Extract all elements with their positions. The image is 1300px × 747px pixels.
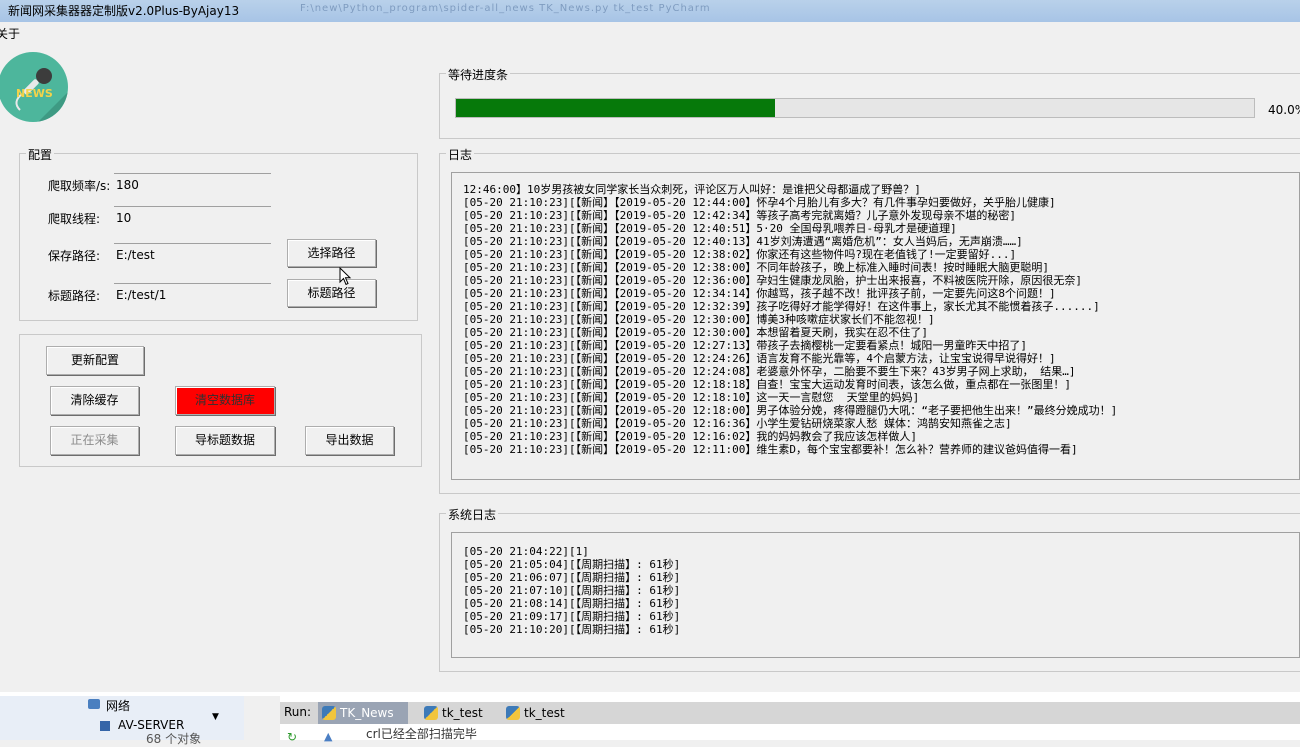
system-log-line: [05-20 21:06:07][【周期扫描】: 61秒] bbox=[463, 571, 681, 584]
system-log-line: [05-20 21:04:22][1] bbox=[463, 545, 589, 558]
log-text-area[interactable]: 12:46:00】10岁男孩被女同学家长当众刺死，评论区万人叫好：是谁把父母都逼… bbox=[451, 172, 1300, 480]
run-tab-tk-news[interactable]: TK_News bbox=[318, 702, 408, 724]
frequency-input[interactable]: 180 bbox=[114, 173, 271, 195]
run-tab-label: tk_test bbox=[442, 706, 483, 720]
progress-bar-fill bbox=[456, 99, 776, 117]
title-path-label: 标题路径: bbox=[48, 289, 101, 303]
save-path-input[interactable]: E:/test bbox=[114, 243, 271, 265]
menu-bar: 关于 bbox=[0, 22, 1300, 42]
choose-path-button[interactable]: 选择路径 bbox=[287, 239, 376, 267]
progress-group-title: 等待进度条 bbox=[446, 66, 511, 83]
export-titles-button[interactable]: 导标题数据 bbox=[175, 426, 275, 455]
mouse-cursor-icon bbox=[339, 267, 352, 286]
log-line: [05-20 21:10:23][【新闻】【2019-05-20 12:44:0… bbox=[463, 196, 1056, 209]
server-icon bbox=[100, 721, 110, 731]
menu-item-about[interactable]: 关于 bbox=[0, 25, 20, 42]
progress-bar bbox=[455, 98, 1255, 118]
system-log-line: [05-20 21:10:20][【周期扫描】: 61秒] bbox=[463, 623, 681, 636]
rerun-icon[interactable]: ↻ bbox=[287, 730, 297, 744]
window-title: 新闻网采集器器定制版v2.0Plus-ByAjay13 bbox=[8, 4, 240, 18]
system-log-line: [05-20 21:09:17][【周期扫描】: 61秒] bbox=[463, 610, 681, 623]
ide-gutter bbox=[244, 696, 280, 740]
clear-database-button[interactable]: 清空数据库 bbox=[175, 386, 275, 415]
network-icon bbox=[88, 699, 100, 709]
explorer-pane: 网络 ▼ AV-SERVER 68 个对象 bbox=[0, 696, 245, 746]
background-window-title: F:\new\Python_program\spider-all_news TK… bbox=[300, 3, 711, 14]
log-line: [05-20 21:10:23][【新闻】【2019-05-20 12:30:0… bbox=[463, 326, 929, 339]
log-line: 12:46:00】10岁男孩被女同学家长当众刺死，评论区万人叫好：是谁把父母都逼… bbox=[463, 183, 921, 196]
run-tab-tk-test-2[interactable]: tk_test bbox=[502, 702, 574, 724]
log-line: [05-20 21:10:23][【新闻】【2019-05-20 12:16:0… bbox=[463, 430, 918, 443]
run-tab-label: TK_News bbox=[340, 706, 394, 720]
frequency-label: 爬取频率/s: bbox=[48, 179, 111, 193]
threads-label: 爬取线程: bbox=[48, 212, 101, 226]
title-path-button[interactable]: 标题路径 bbox=[287, 279, 376, 307]
log-line: [05-20 21:10:23][【新闻】【2019-05-20 12:27:1… bbox=[463, 339, 1028, 352]
log-line: [05-20 21:10:23][【新闻】【2019-05-20 12:24:2… bbox=[463, 352, 1056, 365]
log-line: [05-20 21:10:23][【新闻】【2019-05-20 12:18:1… bbox=[463, 391, 920, 404]
system-log-line: [05-20 21:08:14][【周期扫描】: 61秒] bbox=[463, 597, 681, 610]
system-log-line: [05-20 21:05:04][【周期扫描】: 61秒] bbox=[463, 558, 681, 571]
python-icon bbox=[424, 706, 438, 720]
clear-cache-button[interactable]: 清除缓存 bbox=[50, 386, 139, 415]
save-path-label: 保存路径: bbox=[48, 249, 101, 263]
explorer-network-label: 网络 bbox=[106, 699, 131, 713]
log-line: [05-20 21:10:23][【新闻】【2019-05-20 12:24:0… bbox=[463, 365, 1076, 378]
log-line: [05-20 21:10:23][【新闻】【2019-05-20 12:30:0… bbox=[463, 313, 935, 326]
log-line: [05-20 21:10:23][【新闻】【2019-05-20 12:16:3… bbox=[463, 417, 1012, 430]
log-line: [05-20 21:10:23][【新闻】【2019-05-20 12:11:0… bbox=[463, 443, 1078, 456]
update-config-button[interactable]: 更新配置 bbox=[46, 346, 144, 375]
progress-percent: 40.0% bbox=[1268, 103, 1300, 117]
log-line: [05-20 21:10:23][【新闻】【2019-05-20 12:40:1… bbox=[463, 235, 1023, 248]
collecting-button[interactable]: 正在采集 bbox=[50, 426, 139, 455]
config-group-title: 配置 bbox=[26, 146, 55, 163]
log-line: [05-20 21:10:23][【新闻】【2019-05-20 12:34:1… bbox=[463, 287, 1056, 300]
log-line: [05-20 21:10:23][【新闻】【2019-05-20 12:42:3… bbox=[463, 209, 1017, 222]
scroll-up-icon[interactable]: ▲ bbox=[324, 730, 332, 743]
title-path-input[interactable]: E:/test/1 bbox=[114, 283, 271, 305]
run-tab-tk-test-1[interactable]: tk_test bbox=[420, 702, 492, 724]
run-tab-label: tk_test bbox=[524, 706, 565, 720]
log-group-title: 日志 bbox=[446, 146, 475, 163]
threads-input[interactable]: 10 bbox=[114, 206, 271, 228]
run-label: Run: bbox=[284, 705, 312, 719]
python-icon bbox=[506, 706, 520, 720]
explorer-object-count: 68 个对象 bbox=[146, 732, 202, 746]
system-log-line: [05-20 21:07:10][【周期扫描】: 61秒] bbox=[463, 584, 681, 597]
system-log-group-title: 系统日志 bbox=[446, 506, 499, 523]
log-line: [05-20 21:10:23][【新闻】【2019-05-20 12:36:0… bbox=[463, 274, 1083, 287]
logo-text: NEWS bbox=[16, 87, 53, 100]
system-log-text-area[interactable]: [05-20 21:04:22][1] [05-20 21:05:04][【周期扫… bbox=[451, 532, 1300, 658]
console-output-text: crl已经全部扫描完毕 bbox=[366, 727, 477, 741]
log-line: [05-20 21:10:23][【新闻】【2019-05-20 12:40:5… bbox=[463, 222, 957, 235]
export-data-button[interactable]: 导出数据 bbox=[305, 426, 394, 455]
run-tab-strip: Run: TK_News tk_test tk_test bbox=[280, 702, 1300, 724]
dropdown-chevron-icon[interactable]: ▼ bbox=[212, 712, 219, 722]
log-line: [05-20 21:10:23][【新闻】【2019-05-20 12:32:3… bbox=[463, 300, 1100, 313]
log-line: [05-20 21:10:23][【新闻】【2019-05-20 12:38:0… bbox=[463, 248, 1017, 261]
log-line: [05-20 21:10:23][【新闻】【2019-05-20 12:38:0… bbox=[463, 261, 1050, 274]
log-line: [05-20 21:10:23][【新闻】【2019-05-20 12:18:0… bbox=[463, 404, 1118, 417]
window-title-bar: F:\new\Python_program\spider-all_news TK… bbox=[0, 0, 1300, 22]
log-line: [05-20 21:10:23][【新闻】【2019-05-20 12:18:1… bbox=[463, 378, 1072, 391]
background-ide-strip: 网络 ▼ AV-SERVER 68 个对象 Run: TK_News tk_te… bbox=[0, 692, 1300, 746]
python-icon bbox=[322, 706, 336, 720]
news-logo: NEWS bbox=[0, 52, 68, 122]
